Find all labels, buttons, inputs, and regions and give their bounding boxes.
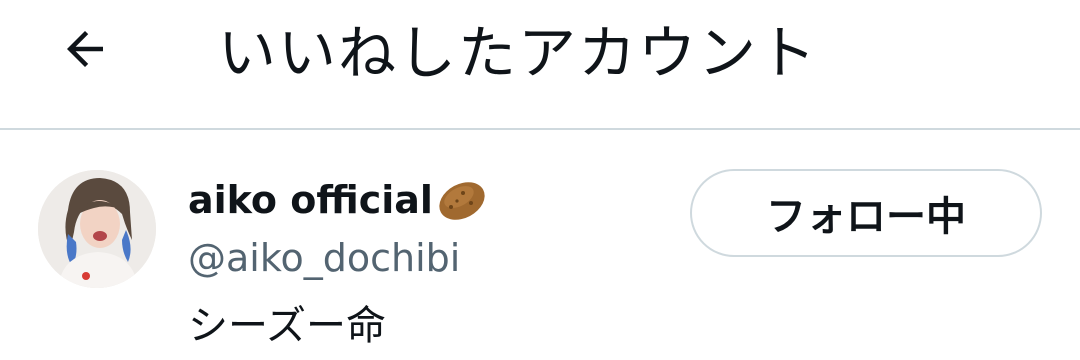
user-bio: シーズー命 (188, 303, 386, 349)
top-app-bar: いいねしたアカウント (0, 0, 1080, 130)
page-title: いいねしたアカウント (218, 19, 819, 87)
avatar-image (38, 170, 156, 288)
user-handle: @aiko_dochibi (188, 236, 461, 280)
avatar[interactable] (38, 170, 156, 288)
back-button[interactable] (50, 14, 120, 84)
potato-icon (435, 175, 489, 225)
arrow-left-icon (67, 31, 103, 67)
user-cell[interactable]: aiko official @aiko_dochibi シーズー命 フォロー中 (0, 132, 1080, 360)
display-name[interactable]: aiko official (188, 172, 433, 228)
following-button[interactable]: フォロー中 (690, 169, 1042, 257)
user-info: aiko official @aiko_dochibi シーズー命 (188, 172, 489, 356)
display-name-row: aiko official (188, 172, 489, 228)
